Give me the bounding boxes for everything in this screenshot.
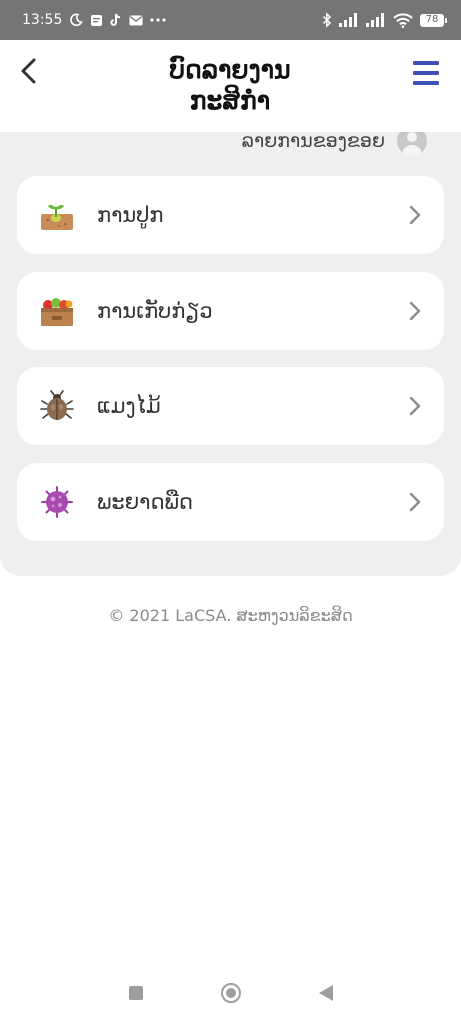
menu-item-insects[interactable]: ແມງໄມ້ [17, 367, 444, 445]
tiktok-icon [110, 13, 122, 27]
back-triangle-icon[interactable] [318, 985, 333, 1001]
notes-icon [90, 14, 103, 27]
bluetooth-icon [322, 12, 332, 28]
menu-item-label: ການເກັບກ່ຽວ [97, 298, 213, 323]
menu-item-plant-diseases[interactable]: ພະຍາດພືດ [17, 462, 444, 541]
system-nav-bar [0, 962, 461, 1024]
app-header: ບົດລາຍງານ ກະສິກຳ [0, 40, 461, 132]
seedling-soil-icon [39, 197, 75, 233]
signal-icon [366, 13, 386, 27]
menu-item-planting[interactable]: ການປູກ [17, 176, 444, 254]
hamburger-menu-icon [413, 61, 439, 65]
back-button[interactable] [12, 56, 46, 90]
recents-square-icon[interactable] [128, 986, 143, 1000]
menu-item-label: ການປູກ [97, 203, 164, 227]
chevron-right-icon [406, 299, 424, 323]
page-title-line2: ກະສິກຳ [189, 86, 271, 115]
more-dots-icon [150, 18, 166, 22]
page-title: ບົດລາຍງານ ກະສິກຳ [110, 54, 350, 116]
chevron-right-icon [406, 203, 424, 227]
page-title-line1: ບົດລາຍງານ [169, 55, 291, 84]
virus-icon [39, 484, 75, 520]
menu-item-label: ແມງໄມ້ [97, 394, 161, 418]
chevron-left-icon [19, 57, 39, 89]
my-list-label: ລາຍການຂອງຂອຍ [241, 130, 385, 152]
chevron-right-icon [406, 394, 424, 418]
battery-level: 78 [420, 13, 444, 27]
chevron-right-icon [406, 490, 424, 514]
menu-item-harvest[interactable]: ການເກັບກ່ຽວ [17, 271, 444, 350]
copyright-footer: © 2021 LaCSA. ສະຫງວນລິຂະສິດ [108, 606, 353, 625]
beetle-icon [39, 388, 75, 424]
home-circle-icon[interactable] [220, 983, 241, 1003]
battery-icon: 78 [420, 13, 447, 27]
menu-item-label: ພະຍາດພືດ [97, 489, 193, 514]
mail-icon [129, 15, 143, 26]
status-time: 13:55 [22, 12, 63, 28]
status-right: 78 [322, 12, 447, 28]
menu-list: ການປູກ ການເກັບກ່ຽວ ແມງໄມ້ ພະຍາດພືດ [17, 176, 444, 558]
moon-icon [69, 13, 84, 27]
status-bar: 13:55 78 [0, 0, 461, 40]
harvest-crate-icon [39, 293, 75, 329]
status-left: 13:55 [22, 12, 166, 28]
wifi-icon [393, 12, 413, 28]
menu-button[interactable] [411, 58, 441, 88]
screen: 13:55 78 ບົດລາຍງານ ກະສິກຳ ລາຍການຂອງຂອຍ ກ… [0, 0, 461, 1024]
signal-icon [339, 13, 359, 27]
